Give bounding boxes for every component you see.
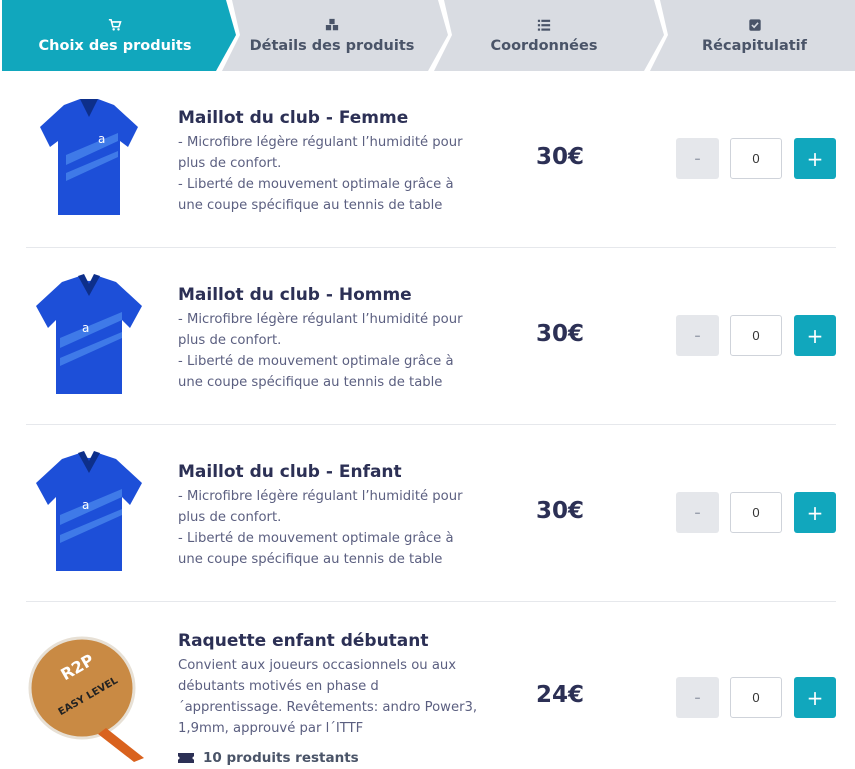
step-details-produits[interactable]: Détails des produits xyxy=(226,0,438,71)
increase-quantity-button[interactable]: + xyxy=(794,315,836,356)
jersey-kids-image: a xyxy=(36,451,142,571)
product-name: Raquette enfant débutant xyxy=(178,631,429,651)
step-choix-produits[interactable]: Choix des produits xyxy=(2,0,228,71)
product-item: a Maillot du club - Femme - Microfibre l… xyxy=(26,71,836,248)
svg-text:a: a xyxy=(82,321,89,335)
jersey-women-image: a xyxy=(40,99,138,215)
product-info: Raquette enfant débutant Convient aux jo… xyxy=(178,630,478,739)
step-recapitulatif[interactable]: Récapitulatif xyxy=(654,0,855,71)
decrease-quantity-button[interactable]: - xyxy=(676,492,719,533)
increase-quantity-button[interactable]: + xyxy=(794,492,836,533)
quantity-input[interactable] xyxy=(730,315,782,356)
decrease-quantity-button[interactable]: - xyxy=(676,677,719,718)
svg-text:a: a xyxy=(98,132,105,146)
quantity-input[interactable] xyxy=(730,138,782,179)
product-info: Maillot du club - Homme - Microfibre lég… xyxy=(178,284,478,393)
increase-quantity-button[interactable]: + xyxy=(794,677,836,718)
step-label: Choix des produits xyxy=(38,37,192,54)
increase-quantity-button[interactable]: + xyxy=(794,138,836,179)
product-name: Maillot du club - Enfant xyxy=(178,462,402,482)
product-item: R2P EASY LEVEL Raquette enfant débutant … xyxy=(26,602,836,769)
jersey-men-image: a xyxy=(36,274,142,394)
product-item: a Maillot du club - Enfant - Microfibre … xyxy=(26,425,836,602)
product-item: a Maillot du club - Homme - Microfibre l… xyxy=(26,248,836,425)
product-description: - Microfibre légère régulant l’humidité … xyxy=(178,489,463,567)
product-info: Maillot du club - Femme - Microfibre lég… xyxy=(178,107,478,216)
quantity-input[interactable] xyxy=(730,492,782,533)
product-description: Convient aux joueurs occasionnels ou aux… xyxy=(178,658,478,736)
checkout-stepper: Choix des produits Détails des produits … xyxy=(0,0,855,71)
step-label: Récapitulatif xyxy=(702,37,807,54)
product-description: - Microfibre légère régulant l’humidité … xyxy=(178,135,463,213)
racket-image: R2P EASY LEVEL xyxy=(28,636,144,762)
product-name: Maillot du club - Femme xyxy=(178,108,409,128)
product-name: Maillot du club - Homme xyxy=(178,285,412,305)
decrease-quantity-button[interactable]: - xyxy=(676,315,719,356)
cart-icon xyxy=(108,18,122,31)
product-price: 30€ xyxy=(536,498,585,524)
decrease-quantity-button[interactable]: - xyxy=(676,138,719,179)
list-icon xyxy=(537,19,551,31)
product-price: 30€ xyxy=(536,321,585,347)
step-label: Détails des produits xyxy=(249,37,415,54)
ticket-icon xyxy=(178,753,194,763)
checkbox-icon xyxy=(748,18,761,31)
boxes-icon xyxy=(325,18,339,30)
product-description: - Microfibre légère régulant l’humidité … xyxy=(178,312,463,390)
product-price: 30€ xyxy=(536,144,585,170)
svg-text:a: a xyxy=(82,498,89,512)
stock-indicator: 10 produits restants xyxy=(178,750,359,766)
step-label: Coordonnées xyxy=(490,37,598,54)
stock-text: 10 produits restants xyxy=(203,750,359,766)
step-coordonnees[interactable]: Coordonnées xyxy=(438,0,650,71)
product-info: Maillot du club - Enfant - Microfibre lé… xyxy=(178,461,478,570)
product-price: 24€ xyxy=(536,682,585,708)
quantity-input[interactable] xyxy=(730,677,782,718)
